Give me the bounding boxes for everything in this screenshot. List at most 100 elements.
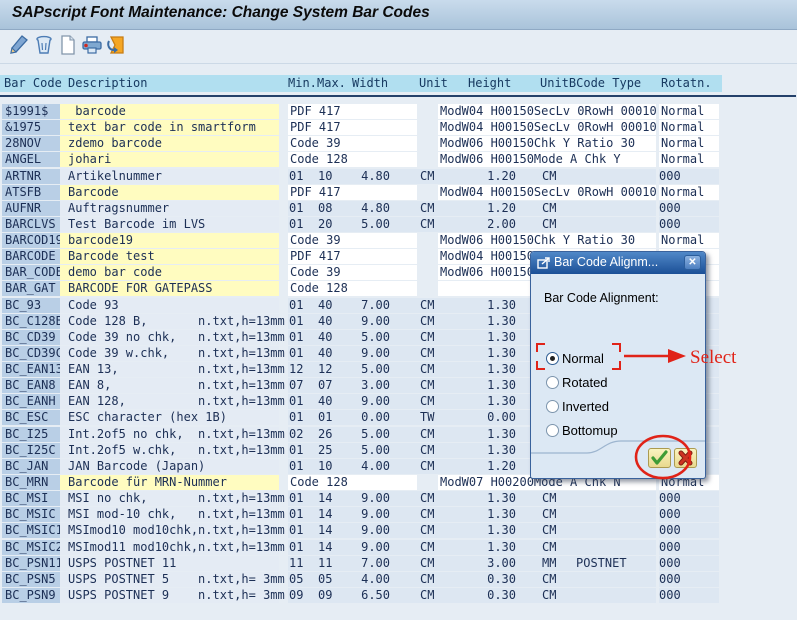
barcode-description-cell[interactable]: Code 128 B, n.txt,h=13mm (60, 314, 285, 329)
barcode-params-cell[interactable]: ModW06 H00150Chk Y Ratio 30 (438, 233, 656, 248)
barcode-rotation-cell[interactable]: Normal (659, 136, 719, 151)
barcode-params-cell[interactable]: ModW04 H00150SecLv 0RowH 00010 (438, 185, 657, 200)
barcode-code-cell[interactable]: ATSFB (2, 185, 60, 200)
barcode-code-cell[interactable]: BC_EAN13 (2, 362, 63, 377)
barcode-dimensions-cell[interactable]: 01 14 9.00 CM 1.30 CM (288, 540, 656, 555)
barcode-symbology-cell[interactable]: Code 128 (288, 281, 417, 296)
barcode-code-cell[interactable]: BC_ESC (2, 410, 60, 425)
barcode-description-cell[interactable]: Code 39 w.chk, n.txt,h=13mm (60, 346, 285, 361)
cancel-button[interactable] (674, 448, 697, 468)
barcode-description-cell[interactable]: Artikelnummer (60, 169, 279, 184)
barcode-code-cell[interactable]: BC_MRN (2, 475, 60, 490)
barcode-code-cell[interactable]: BC_C128B (2, 314, 63, 329)
radio-option-normal[interactable]: Normal (546, 346, 618, 370)
barcode-symbology-cell[interactable]: PDF 417 (288, 120, 417, 135)
barcode-description-cell[interactable]: Int.2of5 no chk, n.txt,h=13mm (60, 427, 285, 442)
barcode-code-cell[interactable]: BARCLVS (2, 217, 60, 232)
ok-button[interactable] (648, 448, 671, 468)
barcode-code-cell[interactable]: AUFNR (2, 201, 60, 216)
barcode-symbology-cell[interactable]: PDF 417 (288, 185, 417, 200)
barcode-description-cell[interactable]: EAN 13, n.txt,h=13mm (60, 362, 285, 377)
barcode-symbology-cell[interactable]: Code 39 (288, 265, 417, 280)
barcode-code-cell[interactable]: BC_MSI (2, 491, 60, 506)
barcode-rotation-cell[interactable]: 000 (659, 540, 719, 555)
barcode-params-cell[interactable]: ModW04 H00150SecLv 0RowH 00010 (438, 104, 657, 119)
barcode-description-cell[interactable]: zdemo barcode (60, 136, 279, 151)
barcode-code-cell[interactable]: BAR_CODE (2, 265, 63, 280)
barcode-code-cell[interactable]: BC_I25C (2, 443, 60, 458)
barcode-code-cell[interactable]: BC_CD39C (2, 346, 63, 361)
close-icon[interactable]: ✕ (684, 255, 701, 270)
barcode-dimensions-cell[interactable]: 01 20 5.00 CM 2.00 CM (288, 217, 656, 232)
barcode-description-cell[interactable]: barcode19 (60, 233, 279, 248)
barcode-symbology-cell[interactable]: Code 39 (288, 233, 417, 248)
barcode-params-cell[interactable]: ModW06 H00150Mode A Chk Y (438, 152, 656, 167)
barcode-rotation-cell[interactable]: Normal (659, 185, 719, 200)
barcode-params-cell[interactable]: ModW04 H00150SecLv 0RowH 00010 (438, 120, 657, 135)
barcode-description-cell[interactable]: USPS POSTNET 11 (60, 556, 279, 571)
barcode-code-cell[interactable]: BARCOD19 (2, 233, 63, 248)
barcode-symbology-cell[interactable]: Code 39 (288, 136, 417, 151)
barcode-description-cell[interactable]: barcode (60, 104, 279, 119)
barcode-rotation-cell[interactable]: 000 (659, 556, 719, 571)
barcode-description-cell[interactable]: text bar code in smartform (60, 120, 279, 135)
barcode-description-cell[interactable]: Barcode für MRN-Nummer (60, 475, 279, 490)
barcode-description-cell[interactable]: BARCODE FOR GATEPASS (60, 281, 279, 296)
barcode-dimensions-cell[interactable]: 05 05 4.00 CM 0.30 CM (288, 572, 656, 587)
barcode-rotation-cell[interactable]: Normal (659, 104, 719, 119)
barcode-symbology-cell[interactable]: Code 128 (288, 152, 417, 167)
barcode-code-cell[interactable]: BC_MSIC (2, 507, 60, 522)
barcode-description-cell[interactable]: EAN 8, n.txt,h=13mm (60, 378, 285, 393)
barcode-description-cell[interactable]: ESC character (hex 1B) (60, 410, 279, 425)
barcode-description-cell[interactable]: johari (60, 152, 279, 167)
barcode-dimensions-cell[interactable]: 01 14 9.00 CM 1.30 CM (288, 507, 656, 522)
barcode-dimensions-cell[interactable]: 01 08 4.80 CM 1.20 CM (288, 201, 656, 216)
barcode-code-cell[interactable]: ANGEL (2, 152, 60, 167)
barcode-description-cell[interactable]: MSImod11 mod10chk,n.txt,h=13mm (60, 540, 285, 555)
barcode-description-cell[interactable]: Auftragsnummer (60, 201, 279, 216)
barcode-dimensions-cell[interactable]: 01 10 4.80 CM 1.20 CM (288, 169, 656, 184)
barcode-code-cell[interactable]: BC_EAN8 (2, 378, 60, 393)
barcode-code-cell[interactable]: BC_93 (2, 298, 60, 313)
barcode-code-cell[interactable]: BARCODE (2, 249, 60, 264)
barcode-description-cell[interactable]: Barcode test (60, 249, 279, 264)
barcode-rotation-cell[interactable]: 000 (659, 169, 719, 184)
barcode-rotation-cell[interactable]: Normal (659, 233, 719, 248)
barcode-symbology-cell[interactable]: PDF 417 (288, 104, 417, 119)
barcode-code-cell[interactable]: BC_PSN5 (2, 572, 60, 587)
barcode-code-cell[interactable]: BC_MSIC1 (2, 523, 63, 538)
barcode-description-cell[interactable]: Int.2of5 w.chk, n.txt,h=13mm (60, 443, 285, 458)
radio-option-rotated[interactable]: Rotated (546, 370, 618, 394)
barcode-dimensions-cell[interactable]: 01 14 9.00 CM 1.30 CM (288, 491, 656, 506)
barcode-dimensions-cell[interactable]: 01 14 9.00 CM 1.30 CM (288, 523, 656, 538)
barcode-code-cell[interactable]: BC_MSIC2 (2, 540, 63, 555)
barcode-description-cell[interactable]: EAN 128, n.txt,h=13mm (60, 394, 285, 409)
barcode-description-cell[interactable]: Barcode (60, 185, 279, 200)
barcode-rotation-cell[interactable]: 000 (659, 588, 719, 603)
barcode-code-cell[interactable]: BC_CD39 (2, 330, 60, 345)
barcode-description-cell[interactable]: Test Barcode im LVS (60, 217, 279, 232)
barcode-description-cell[interactable]: USPS POSTNET 9 n.txt,h= 3mm (60, 588, 285, 603)
barcode-code-cell[interactable]: $1991$ (2, 104, 60, 119)
barcode-code-cell[interactable]: BAR_GAT (2, 281, 60, 296)
barcode-code-cell[interactable]: 28NOV (2, 136, 60, 151)
barcode-rotation-cell[interactable]: Normal (659, 152, 719, 167)
barcode-description-cell[interactable]: MSI mod-10 chk, n.txt,h=13mm (60, 507, 285, 522)
barcode-rotation-cell[interactable]: 000 (659, 507, 719, 522)
barcode-description-cell[interactable]: demo bar code (60, 265, 279, 280)
barcode-code-cell[interactable]: BC_I25 (2, 427, 60, 442)
barcode-rotation-cell[interactable]: 000 (659, 201, 719, 216)
barcode-code-cell[interactable]: BC_PSN9 (2, 588, 60, 603)
barcode-code-cell[interactable]: BC_PSN11 (2, 556, 63, 571)
barcode-description-cell[interactable]: MSI no chk, n.txt,h=13mm (60, 491, 285, 506)
barcode-description-cell[interactable]: USPS POSTNET 5 n.txt,h= 3mm (60, 572, 285, 587)
barcode-code-cell[interactable]: &1975 (2, 120, 60, 135)
barcode-symbology-cell[interactable]: Code 128 (288, 475, 417, 490)
barcode-rotation-cell[interactable]: 000 (659, 572, 719, 587)
barcode-description-cell[interactable]: Code 93 (60, 298, 279, 313)
barcode-dimensions-cell[interactable]: 09 09 6.50 CM 0.30 CM (288, 588, 656, 603)
barcode-code-cell[interactable]: BC_EANH (2, 394, 60, 409)
barcode-rotation-cell[interactable]: 000 (659, 217, 719, 232)
radio-option-inverted[interactable]: Inverted (546, 394, 618, 418)
barcode-rotation-cell[interactable]: Normal (659, 120, 719, 135)
